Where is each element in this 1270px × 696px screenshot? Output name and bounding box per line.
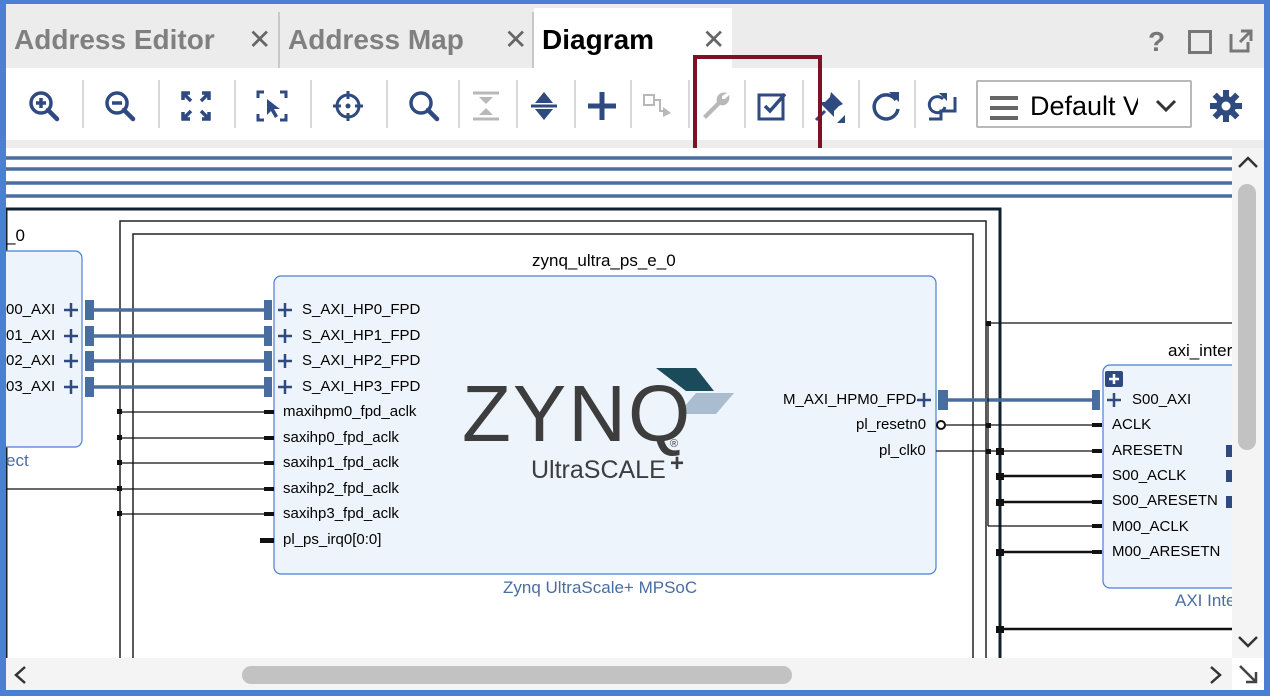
toolbar-divider	[630, 80, 632, 128]
zoom-fit-icon[interactable]	[174, 84, 218, 128]
tab-label: Address Map	[288, 24, 464, 55]
block-caption: AXI Inte	[1175, 591, 1232, 610]
port-label: pl_resetn0	[856, 416, 927, 433]
zynq-logo-reg: ®	[670, 438, 679, 450]
horizontal-scrollbar[interactable]	[6, 658, 1232, 690]
zynq-logo-plus: +	[670, 450, 685, 477]
tab-address-map[interactable]: Address Map ✕	[280, 8, 532, 72]
port-label: S_AXI_HP3_FPD	[302, 378, 421, 395]
port-label: 00_AXI	[6, 301, 56, 318]
port-label: 02_AXI	[6, 352, 56, 369]
port-label: saxihp2_fpd_aclk	[283, 480, 399, 497]
port-label: saxihp1_fpd_aclk	[283, 454, 399, 471]
toolbar-divider	[688, 80, 690, 128]
port-label: S_AXI_HP0_FPD	[302, 301, 421, 318]
port-label: S00_ACLK	[1112, 467, 1187, 484]
port-label: pl_ps_irq0[0:0]	[283, 531, 382, 548]
make-connection-icon	[636, 84, 680, 128]
chevron-left-icon[interactable]	[10, 664, 30, 686]
toolbar-divider	[458, 80, 460, 128]
chevron-up-icon[interactable]	[1236, 152, 1260, 172]
center-icon[interactable]	[326, 84, 370, 128]
collapse-icon	[464, 84, 508, 128]
port-label: ACLK	[1112, 416, 1152, 433]
vertical-scrollbar[interactable]	[1232, 148, 1264, 658]
block-caption: ect	[6, 451, 29, 470]
toolbar-divider	[158, 80, 160, 128]
instance-name[interactable]: axi_inter	[1168, 341, 1232, 361]
port-label: S_AXI_HP2_FPD	[302, 352, 421, 369]
optimize-routing-icon[interactable]	[920, 84, 964, 128]
diagram-toolbar: Default V	[6, 68, 1264, 140]
block-title: _0	[6, 226, 25, 245]
add-ip-icon[interactable]	[580, 84, 624, 128]
scrollbar-thumb[interactable]	[1238, 184, 1256, 450]
toolbar-divider	[574, 80, 576, 128]
maximize-icon[interactable]	[1188, 30, 1212, 54]
port-label: 03_AXI	[6, 378, 56, 395]
regenerate-layout-icon[interactable]	[864, 84, 908, 128]
settings-gear-icon[interactable]	[1204, 84, 1248, 128]
toolbar-divider	[858, 80, 860, 128]
expand-icon[interactable]	[522, 84, 566, 128]
port-label: saxihp3_fpd_aclk	[283, 505, 399, 522]
zoom-out-icon[interactable]	[98, 84, 142, 128]
chevron-down-icon	[1155, 99, 1177, 113]
port-label: S00_AXI	[1132, 391, 1192, 408]
view-select-value: Default V	[1030, 91, 1138, 121]
scrollbar-thumb[interactable]	[242, 666, 792, 684]
chevron-right-icon[interactable]	[1206, 664, 1226, 686]
port-label: ARESETN	[1112, 442, 1183, 459]
block-caption: Zynq UltraScale+ MPSoC	[503, 578, 698, 597]
highlight-box	[693, 55, 822, 162]
close-icon[interactable]: ✕	[248, 8, 271, 72]
zoom-area-icon[interactable]	[250, 84, 294, 128]
view-select[interactable]: Default V	[976, 80, 1192, 128]
zoom-in-icon[interactable]	[22, 84, 66, 128]
tab-label: Diagram	[542, 24, 655, 55]
toolbar-divider	[386, 80, 388, 128]
port-label: maxihpm0_fpd_aclk	[283, 403, 417, 420]
resize-corner-icon[interactable]	[1236, 662, 1260, 686]
tab-bar: Address Editor ✕ Address Map ✕ Diagram ✕…	[6, 4, 1264, 72]
float-icon[interactable]	[1228, 28, 1254, 54]
port-label: saxihp0_fpd_aclk	[283, 429, 399, 446]
toolbar-bottom-strip	[6, 140, 1264, 148]
tab-label: Address Editor	[14, 24, 215, 55]
port-label: S_AXI_HP1_FPD	[302, 327, 421, 344]
help-icon[interactable]: ?	[1148, 26, 1165, 58]
toolbar-divider	[310, 80, 312, 128]
instance-name[interactable]: zynq_ultra_ps_e_0	[532, 251, 676, 271]
toolbar-divider	[82, 80, 84, 128]
zynq-logo: ZYNQ	[462, 369, 693, 458]
diagram-canvas[interactable]: _0 00_AXI 01_AXI 02_AXI 03_AXI ect zynq_…	[6, 148, 1232, 658]
search-icon[interactable]	[402, 84, 446, 128]
port-label: S00_ARESETN	[1112, 492, 1218, 509]
toolbar-divider	[914, 80, 916, 128]
toolbar-divider	[516, 80, 518, 128]
port-label: pl_clk0	[879, 442, 926, 459]
zynq-logo-sub: UltraSCALE	[531, 456, 666, 484]
toolbar-divider	[234, 80, 236, 128]
tab-address-editor[interactable]: Address Editor ✕	[6, 8, 272, 72]
port-label: M_AXI_HPM0_FPD	[783, 391, 917, 408]
list-icon	[990, 96, 1018, 126]
close-icon[interactable]: ✕	[504, 8, 527, 72]
port-label: 01_AXI	[6, 327, 56, 344]
port-label: M00_ARESETN	[1112, 543, 1221, 560]
chevron-down-icon[interactable]	[1236, 632, 1260, 652]
port-label: M00_ACLK	[1112, 518, 1189, 535]
